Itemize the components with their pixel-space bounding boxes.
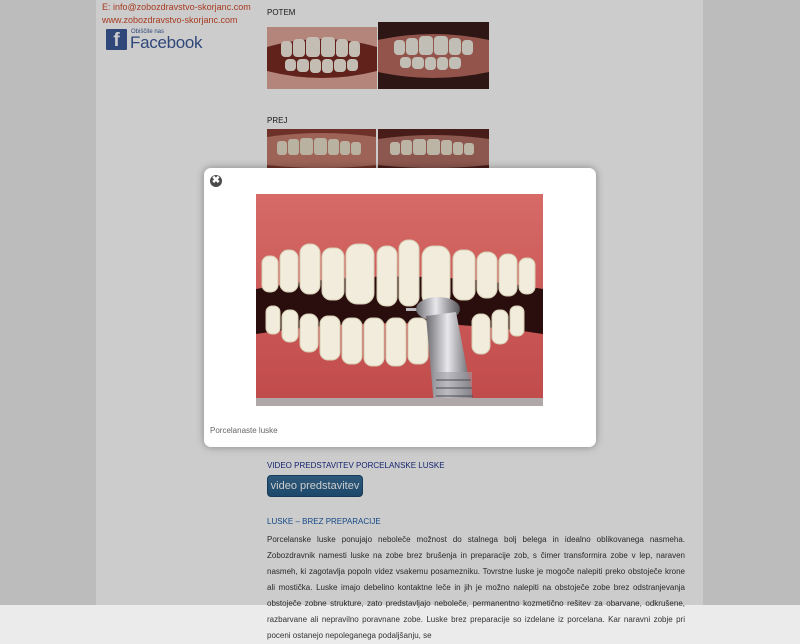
lightbox-image [256, 194, 543, 406]
lightbox-modal: ✖ Porcelanaste luske [204, 168, 596, 447]
close-icon[interactable]: ✖ [210, 175, 222, 187]
lightbox-caption: Porcelanaste luske [210, 426, 278, 435]
